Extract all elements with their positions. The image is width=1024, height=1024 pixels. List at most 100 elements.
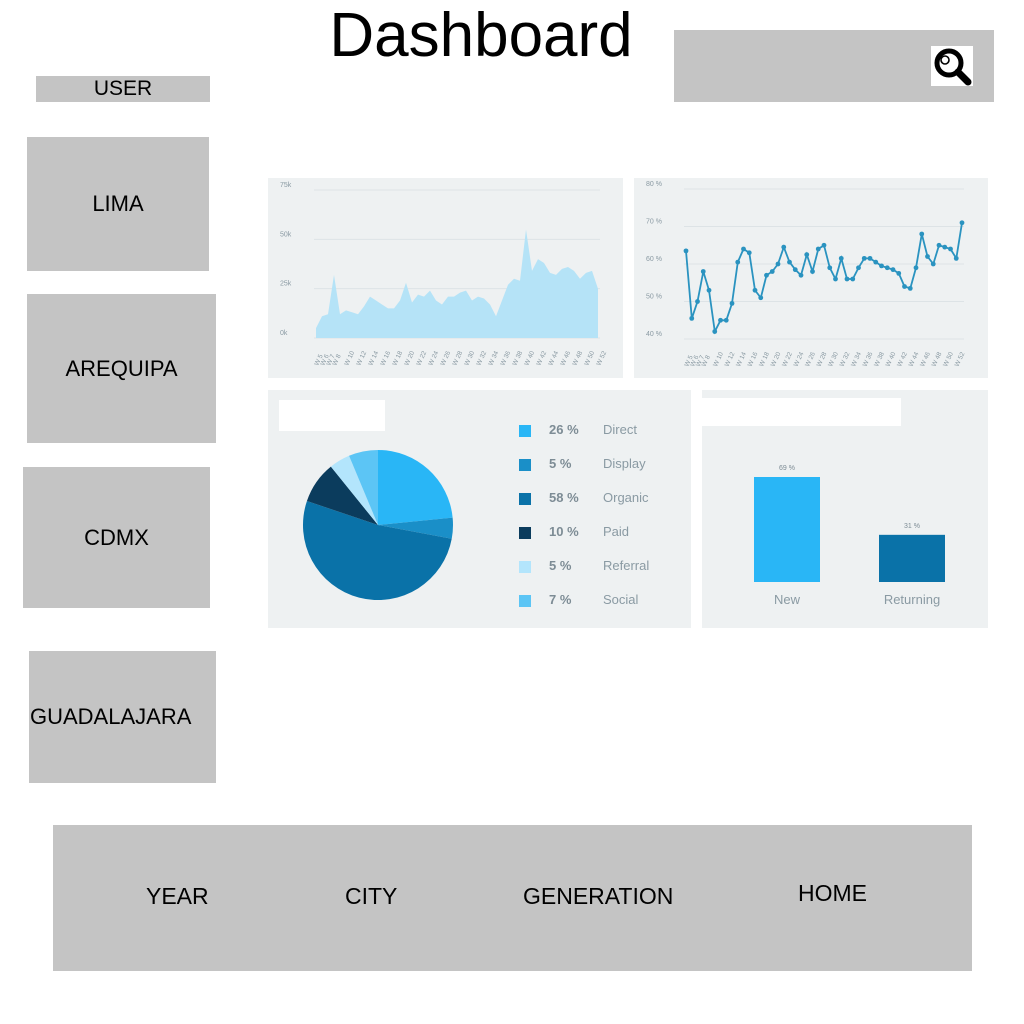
city-label: AREQUIPA — [65, 355, 178, 381]
nav-city[interactable]: CITY — [345, 883, 397, 910]
weekly-rate-line-chart: 80 % 70 % 60 % 50 % 40 % W 5W 6W 7W 8W 10 W 12… — [634, 178, 988, 378]
city-button-guadalajara[interactable]: GUADALAJARA — [29, 651, 216, 783]
legend-item: 7 % Social — [519, 592, 679, 612]
data-point — [907, 285, 913, 291]
legend-percent: 5 % — [549, 558, 572, 573]
city-button-cdmx[interactable]: CDMX — [23, 467, 210, 608]
data-point — [775, 261, 781, 267]
y-tick-label: 80 % — [646, 181, 662, 188]
legend-item: 26 % Direct — [519, 422, 679, 442]
data-point — [689, 315, 695, 321]
data-point — [810, 269, 815, 274]
nav-year[interactable]: YEAR — [146, 883, 209, 910]
bar-data-label: 31 % — [904, 523, 920, 530]
user-button[interactable]: USER — [36, 76, 210, 102]
bar-new — [754, 477, 820, 582]
legend-label: Display — [603, 456, 646, 471]
y-tick-label: 75k — [280, 182, 292, 189]
data-point — [925, 254, 930, 259]
nav-generation[interactable]: GENERATION — [523, 883, 673, 910]
data-point — [844, 276, 850, 282]
data-point — [712, 329, 718, 334]
data-point — [787, 259, 792, 265]
page-title: Dashboard — [329, 1, 633, 70]
data-point — [781, 244, 787, 250]
bar-returning — [879, 534, 945, 582]
area-chart-svg: 75k50k25k0kW 5W 6W 7W 8W 10 W 12 W 14 W 16 W… — [280, 182, 608, 367]
data-point — [942, 244, 948, 250]
city-label: LIMA — [92, 191, 144, 216]
legend-item: 58 % Organic — [519, 490, 679, 510]
data-point — [735, 259, 741, 265]
legend-percent: 7 % — [549, 592, 572, 607]
data-point — [683, 248, 689, 254]
weekly-traffic-area-chart: 75k 50k 25k 0k W 5W 6W 7W 8W 10 W 12 W 14 W 16 W… — [268, 178, 623, 378]
new-vs-returning-bar-panel: 69 % New 31 % Returning — [702, 390, 988, 628]
data-point — [729, 300, 735, 306]
data-point — [948, 246, 953, 252]
legend-label: Paid — [603, 524, 630, 539]
legend-percent: 5 % — [549, 456, 572, 471]
bar-data-label: 69 % — [779, 465, 795, 472]
data-point — [821, 242, 827, 248]
data-point — [700, 269, 706, 274]
data-point — [804, 252, 810, 258]
legend-swatch — [519, 493, 531, 505]
pie-title-placeholder — [279, 400, 385, 431]
data-point — [936, 242, 942, 248]
city-label: GUADALAJARA — [30, 704, 192, 729]
data-point — [752, 287, 758, 293]
data-point — [861, 255, 867, 261]
legend-swatch — [519, 527, 531, 539]
legend-percent: 10 % — [549, 524, 579, 539]
data-point — [769, 269, 775, 274]
line-series — [685, 222, 963, 335]
y-tick-label: 40 % — [646, 331, 662, 338]
data-point — [867, 255, 873, 261]
data-point — [919, 231, 925, 237]
city-button-arequipa[interactable]: AREQUIPA — [27, 294, 216, 443]
data-point — [879, 263, 884, 269]
data-point — [706, 287, 712, 293]
line-chart-svg: 80 %70 %60 %50 %40 %W 5W 6W 7W 8W 10W 12… — [646, 181, 967, 368]
data-point — [758, 295, 764, 301]
data-point — [959, 220, 965, 226]
data-point — [953, 255, 959, 261]
legend-percent: 58 % — [549, 490, 579, 505]
data-point — [838, 255, 844, 261]
y-tick-label: 70 % — [646, 219, 662, 226]
bar-category-label: Returning — [884, 592, 940, 607]
legend-swatch — [519, 425, 531, 437]
bar-category-label: New — [774, 592, 801, 607]
nav-home[interactable]: HOME — [798, 880, 867, 907]
city-button-lima[interactable]: LIMA — [27, 137, 209, 271]
y-tick-label: 50k — [280, 231, 292, 238]
legend-label: Organic — [603, 490, 649, 505]
data-point — [718, 317, 723, 323]
data-point — [741, 246, 746, 252]
legend-percent: 26 % — [549, 422, 579, 437]
bottom-navigation: YEAR CITY GENERATION HOME — [53, 825, 972, 971]
city-label: CDMX — [84, 524, 149, 550]
y-tick-label: 25k — [280, 281, 292, 288]
y-tick-label: 0k — [280, 330, 288, 337]
y-tick-label: 60 % — [646, 256, 662, 263]
pie-legend: 26 % Direct 5 % Display 58 % Organic 10 % Paid 5… — [519, 422, 679, 612]
traffic-sources-pie-panel: 26 % Direct 5 % Display 58 % Organic 10 % Paid 5… — [268, 390, 691, 628]
data-point — [873, 259, 879, 265]
area-series — [316, 229, 598, 338]
data-point — [746, 250, 752, 256]
search-icon[interactable] — [931, 46, 973, 86]
bar-title-placeholder — [702, 398, 901, 426]
pie-chart-svg — [302, 450, 453, 601]
data-point — [792, 267, 798, 273]
y-tick-label: 50 % — [646, 294, 662, 301]
legend-swatch — [519, 561, 531, 573]
data-point — [902, 284, 907, 289]
pie-slice-direct — [378, 450, 453, 525]
legend-label: Direct — [603, 422, 637, 437]
legend-item: 5 % Referral — [519, 558, 679, 578]
legend-label: Referral — [603, 558, 650, 573]
legend-swatch — [519, 595, 531, 607]
data-point — [723, 317, 729, 323]
